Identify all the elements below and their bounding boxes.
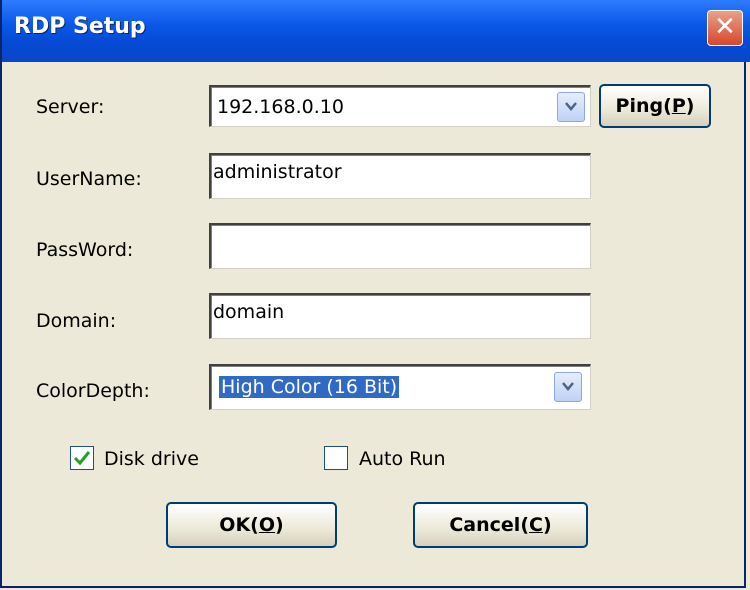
rdp-setup-dialog: RDP Setup ✕ Server: 192.168.0.10 Ping(P)… <box>0 0 750 588</box>
ok-accel: O <box>258 514 276 536</box>
password-label: PassWord: <box>36 239 134 261</box>
ok-button[interactable]: OK(O) <box>166 502 337 548</box>
title-bar[interactable]: RDP Setup ✕ <box>2 0 750 62</box>
colordepth-dropdown-button[interactable] <box>554 372 582 402</box>
ok-button-label: OK <box>219 514 251 536</box>
username-label: UserName: <box>36 168 142 190</box>
domain-field[interactable]: domain <box>209 293 591 339</box>
auto-run-checkbox[interactable] <box>324 446 348 470</box>
password-field[interactable] <box>209 223 591 269</box>
cancel-accel: C <box>529 514 543 536</box>
colordepth-label: ColorDepth: <box>36 380 150 402</box>
username-field[interactable]: administrator <box>209 153 591 199</box>
auto-run-label[interactable]: Auto Run <box>359 448 446 470</box>
server-label: Server: <box>36 96 105 118</box>
domain-value: domain <box>213 301 285 323</box>
colordepth-value: High Color (16 Bit) <box>219 376 400 398</box>
checkmark-icon <box>73 451 91 466</box>
server-dropdown-button[interactable] <box>557 92 585 122</box>
close-icon: ✕ <box>714 12 736 42</box>
username-value: administrator <box>213 161 342 183</box>
chevron-down-icon <box>565 102 577 111</box>
ping-button[interactable]: Ping(P) <box>599 84 711 128</box>
close-button[interactable]: ✕ <box>707 10 743 46</box>
colordepth-combobox[interactable]: High Color (16 Bit) <box>209 364 591 410</box>
server-value: 192.168.0.10 <box>217 96 344 118</box>
cancel-button[interactable]: Cancel(C) <box>413 502 588 548</box>
ping-accel: P <box>671 95 686 117</box>
chevron-down-icon <box>562 382 574 391</box>
cancel-button-label: Cancel <box>449 514 521 536</box>
domain-label: Domain: <box>36 310 117 332</box>
window-title: RDP Setup <box>14 14 146 39</box>
ping-button-label: Ping <box>615 95 664 117</box>
disk-drive-label[interactable]: Disk drive <box>104 448 199 470</box>
disk-drive-checkbox[interactable] <box>70 446 94 470</box>
server-combobox[interactable]: 192.168.0.10 <box>209 85 591 127</box>
